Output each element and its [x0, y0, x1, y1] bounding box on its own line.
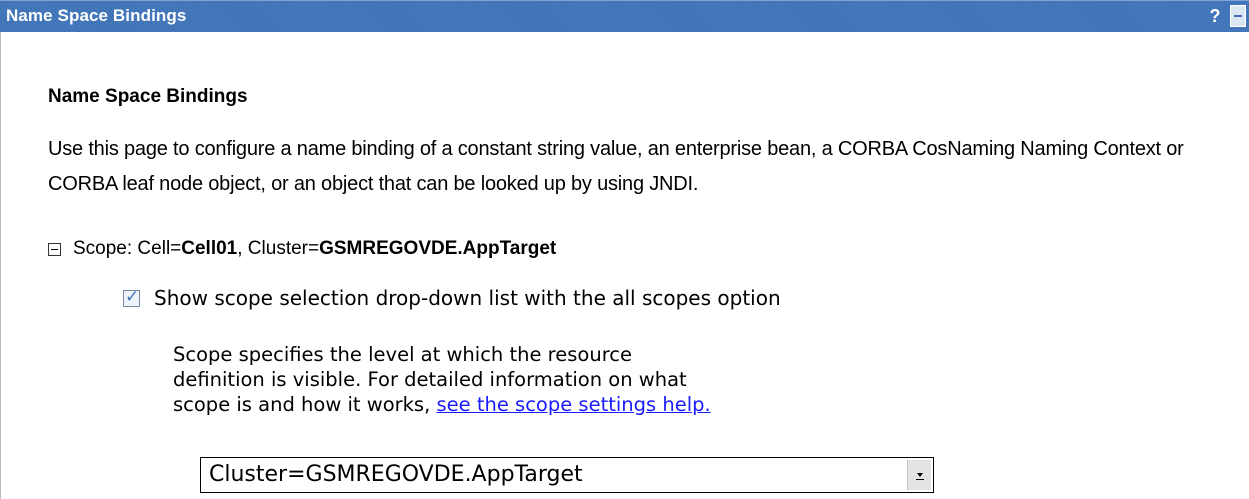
collapse-icon[interactable] — [48, 242, 61, 256]
scope-select-value: Cluster=GSMREGOVDE.AppTarget — [209, 462, 583, 487]
page-title: Name Space Bindings — [48, 86, 248, 107]
show-scope-checkbox-label: Show scope selection drop-down list with… — [154, 286, 781, 310]
scope-cluster: GSMREGOVDE.AppTarget — [319, 238, 557, 259]
dropdown-arrow-svg — [915, 473, 924, 480]
scope-help-text: Scope specifies the level at which the r… — [173, 342, 713, 417]
panel-title: Name Space Bindings — [6, 6, 187, 25]
checkmark-icon: ✓ — [125, 286, 140, 307]
page-description: Use this page to configure a name bindin… — [48, 138, 1184, 195]
panel-titlebar: Name Space Bindings ? — [0, 0, 1249, 32]
help-icon[interactable]: ? — [1205, 5, 1225, 27]
scope-settings-help-link[interactable]: see the scope settings help. — [437, 393, 711, 416]
chevron-down-icon[interactable] — [907, 460, 931, 490]
scope-separator: , Cluster= — [237, 238, 320, 259]
panel-border — [0, 32, 1, 499]
scope-select[interactable]: Cluster=GSMREGOVDE.AppTarget — [200, 457, 934, 493]
show-scope-checkbox[interactable]: ✓ — [123, 286, 140, 307]
scope-prefix: Scope: Cell= — [73, 238, 182, 259]
minimize-icon[interactable] — [1230, 5, 1246, 27]
scope-row: Scope: Cell= Cell01, Cluster= GSMREGOVDE.A… — [48, 238, 556, 260]
scope-cell: Cell01 — [181, 238, 238, 259]
show-scope-option: ✓ Show scope selection drop-down list wi… — [123, 286, 781, 310]
